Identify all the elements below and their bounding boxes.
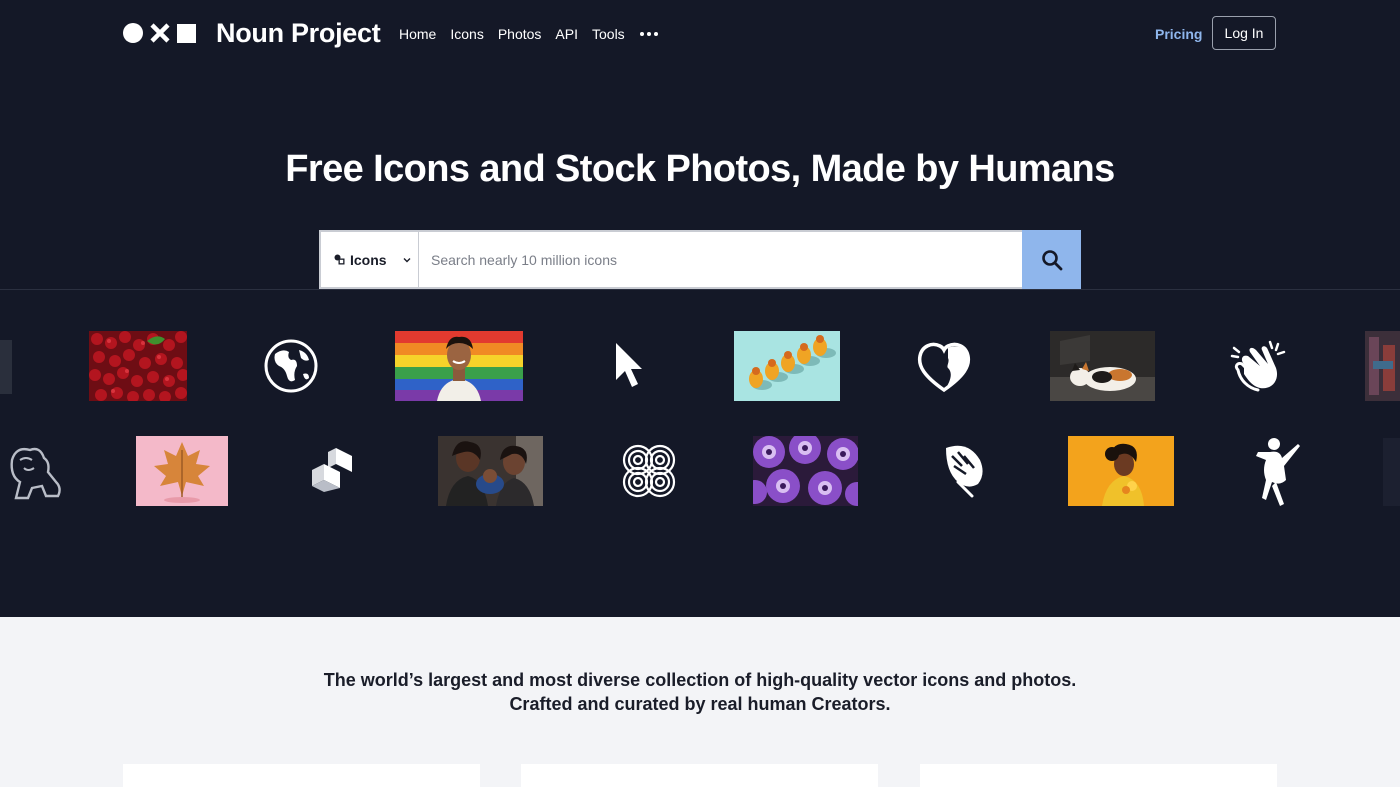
search-bar: Icons [319,230,1081,289]
logo[interactable] [123,22,197,44]
spiral-pattern-icon[interactable] [620,442,678,500]
autumn-leaf-photo[interactable] [136,436,228,506]
logo-x-icon [150,23,170,43]
tagline-line-1: The world’s largest and most diverse col… [323,670,1077,690]
dancer-icon[interactable] [1250,436,1304,506]
brand-name[interactable]: Noun Project [216,18,381,49]
search-icon [1041,249,1062,270]
intro-section: The world’s largest and most diverse col… [0,617,1400,787]
petunias-photo[interactable] [753,436,858,506]
nav-api[interactable]: API [555,26,578,42]
search-button[interactable] [1022,230,1081,289]
tagline-line-2: Crafted and curated by real human Creato… [509,694,891,714]
globe-icon[interactable] [263,338,319,394]
top-nav: Noun Project Home Icons Photos API Tools… [0,0,1400,68]
more-icon[interactable] [639,26,658,42]
search-input[interactable] [419,230,1022,289]
search-type-dropdown[interactable]: Icons [319,230,419,289]
family-photo[interactable] [438,436,543,506]
nav-icons[interactable]: Icons [450,26,483,42]
monstera-leaf-icon[interactable] [938,442,986,498]
logo-marks [123,22,197,44]
partial-photo-left[interactable] [0,340,12,394]
nav-links: Home Icons Photos API Tools [399,26,658,42]
login-button[interactable]: Log In [1212,16,1276,50]
hero-title: Free Icons and Stock Photos, Made by Hum… [285,148,1115,190]
cursor-icon[interactable] [613,340,645,392]
search-type-label: Icons [350,251,387,268]
partial-icon-right[interactable] [1383,438,1400,506]
cat-photo[interactable] [1050,331,1155,401]
feature-card-1[interactable] [123,764,480,787]
hero-divider [0,289,1400,290]
nav-tools[interactable]: Tools [592,26,625,42]
partial-photo-right[interactable] [1365,331,1400,401]
logo-square-icon [177,23,196,43]
feature-card-2[interactable] [521,764,878,787]
nav-home[interactable]: Home [399,26,436,42]
cherries-photo[interactable] [89,331,187,401]
chevron-down-icon [403,257,411,262]
tagline: The world’s largest and most diverse col… [0,668,1400,716]
lion-icon[interactable] [6,442,64,500]
clapping-hands-icon[interactable] [1230,336,1288,394]
nav-photos[interactable]: Photos [498,26,542,42]
blocks-icon[interactable] [306,444,358,496]
feature-card-3[interactable] [920,764,1277,787]
pricing-link[interactable]: Pricing [1155,26,1202,42]
woman-yellow-photo[interactable] [1068,436,1174,506]
heart-face-icon[interactable] [916,338,972,394]
logo-circle-icon [123,23,143,43]
pears-photo[interactable] [734,331,840,401]
icons-type-icon [334,254,345,265]
rainbow-flag-portrait-photo[interactable] [395,331,523,401]
